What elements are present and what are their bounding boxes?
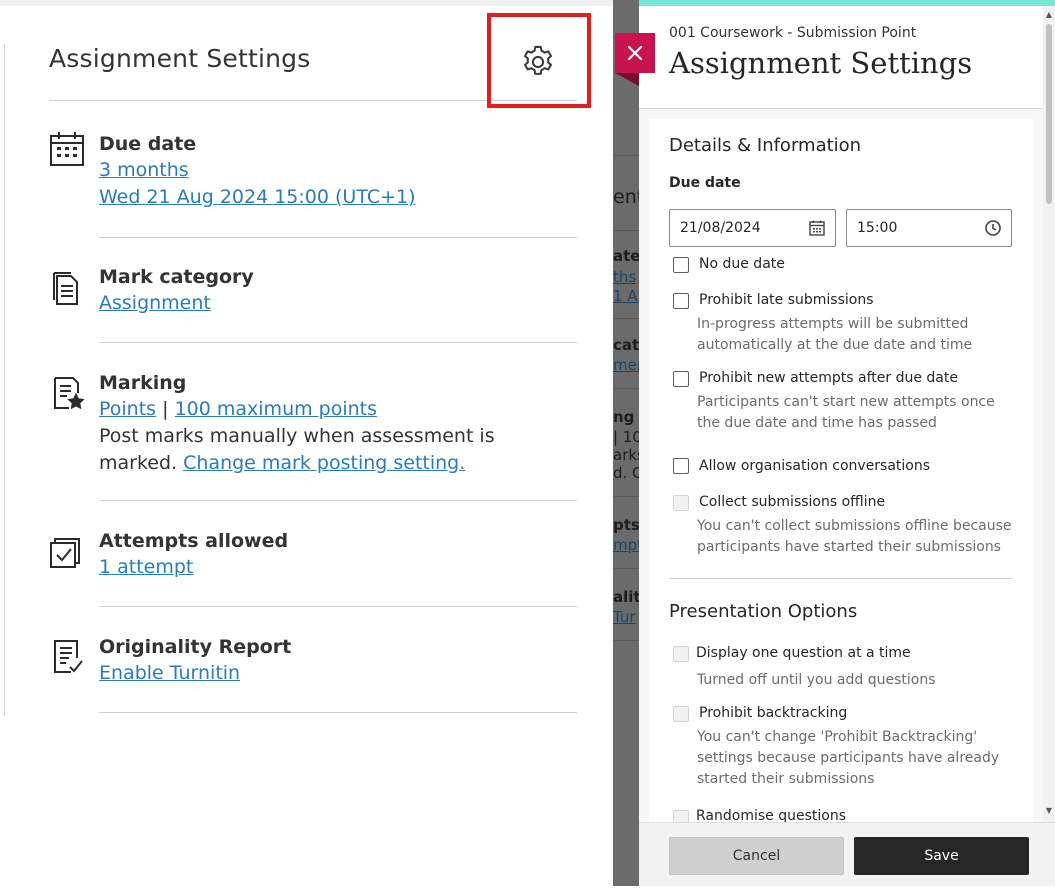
prohibit-new-attempts-checkbox[interactable] [673,371,689,387]
date-value: 21/08/2024 [680,220,761,236]
post-marks-text: Post marks manually when assessment is [99,425,495,447]
mid-fragment: arks [613,446,639,464]
breadcrumb: 001 Coursework - Submission Point [669,25,917,41]
collect-offline-help: You can't collect submissions offline be… [697,518,1012,555]
allow-conversations-label: Allow organisation conversations [699,458,931,474]
section-divider [99,500,577,501]
close-button[interactable] [615,33,655,73]
no-due-date-label: No due date [699,256,785,272]
details-heading: Details & Information [669,135,862,156]
prohibit-backtracking-help: You can't change 'Prohibit Backtracking'… [697,729,1000,787]
date-input[interactable]: 21/08/2024 [669,209,836,247]
mid-fragment: ent [613,186,639,208]
bottom-strip [0,886,1055,891]
left-border [4,44,5,716]
collect-offline-checkbox [673,495,689,511]
due-relative-link[interactable]: 3 months [99,159,189,181]
mid-fragment: men [613,356,639,374]
one-at-a-time-help: Turned off until you add questions [697,672,936,688]
section-divider [99,342,577,343]
section-divider [99,606,577,607]
post-marks-text-2: marked. [99,452,178,474]
close-icon [627,45,643,61]
scroll-up-arrow[interactable]: ▲ [1045,10,1053,20]
document-icon [53,272,78,305]
mid-fragment: pts [613,516,639,534]
category-link[interactable]: Assignment [99,292,211,314]
page-title: Assignment Settings [49,44,311,73]
section-divider [99,237,577,238]
close-tab-fold [615,73,639,86]
section-divider [669,578,1012,579]
points-link[interactable]: Points [99,398,156,420]
mid-fragment: ths [613,268,637,286]
settings-button[interactable] [515,39,561,85]
attempts-heading: Attempts allowed [99,530,289,552]
prohibit-late-label: Prohibit late submissions [699,292,874,308]
mid-fragment: ng [613,408,635,426]
mid-fragment: mpt [613,536,639,554]
gear-icon [523,45,553,75]
due-date-heading: Due date [99,133,197,155]
mid-divider [613,230,639,231]
mid-fragment: | 10 [613,428,639,446]
one-at-a-time-label: Display one question at a time [696,645,911,661]
presentation-heading: Presentation Options [669,601,858,622]
prohibit-backtracking-checkbox [673,706,689,722]
one-at-a-time-checkbox [673,646,689,662]
prohibit-new-attempts-label: Prohibit new attempts after due date [699,370,958,386]
calendar-icon [50,132,84,166]
originality-section: Originality Report Enable Turnitin [49,634,577,694]
attempts-check-icon [50,538,80,568]
report-check-icon [54,640,83,673]
separator: | [162,398,169,420]
enable-turnitin-link[interactable]: Enable Turnitin [99,662,240,684]
panel-title: Assignment Settings [669,46,973,80]
panel-accent-bar [639,0,1055,6]
max-points-link[interactable]: 100 maximum points [175,398,377,420]
attempts-section: Attempts allowed 1 attempt [49,528,577,588]
mid-divider [613,155,639,156]
collect-offline-label: Collect submissions offline [699,494,886,510]
mid-fragment: ate [613,247,639,265]
mid-fragment: cate [613,336,639,354]
marking-heading: Marking [99,372,187,394]
mid-divider [613,388,639,389]
attempts-link[interactable]: 1 attempt [99,556,193,578]
calendar-icon[interactable] [808,219,826,237]
time-input[interactable]: 15:00 [846,209,1012,247]
scrollbar-thumb[interactable] [1046,24,1052,204]
marking-section: Marking Points | 100 maximum points Post… [49,370,577,490]
left-top-strip [0,0,613,6]
mid-fragment: Tur [613,608,636,626]
marking-star-icon [54,377,85,410]
prohibit-late-help: In-progress attempts will be submitted a… [697,316,973,353]
mid-divider [613,318,639,319]
mid-fragment: 1 Au [613,287,639,305]
clock-icon[interactable] [984,219,1002,237]
prohibit-new-attempts-help: Participants can't start new attempts on… [697,394,995,431]
due-date-section: Due date 3 months Wed 21 Aug 2024 15:00 … [49,131,577,221]
change-mark-posting-link[interactable]: Change mark posting setting. [183,452,465,474]
prohibit-backtracking-label: Prohibit backtracking [699,705,848,721]
prohibit-late-checkbox[interactable] [673,293,689,309]
due-date-link[interactable]: Wed 21 Aug 2024 15:00 (UTC+1) [99,186,416,208]
mid-divider [613,640,639,641]
mark-category-section: Mark category Assignment [49,264,577,324]
time-value: 15:00 [857,220,898,236]
section-divider [99,712,577,713]
cancel-button[interactable]: Cancel [669,837,844,875]
mid-divider [613,568,639,569]
mid-fragment: ality [613,588,639,606]
scroll-down-arrow[interactable]: ▼ [1045,806,1053,816]
mark-category-heading: Mark category [99,266,254,288]
no-due-date-checkbox[interactable] [673,257,689,273]
originality-heading: Originality Report [99,636,292,658]
save-button[interactable]: Save [854,837,1029,875]
mid-divider [613,496,639,497]
allow-conversations-checkbox[interactable] [673,458,689,474]
mid-fragment: d. Ch [613,464,639,482]
due-date-label: Due date [669,175,741,191]
